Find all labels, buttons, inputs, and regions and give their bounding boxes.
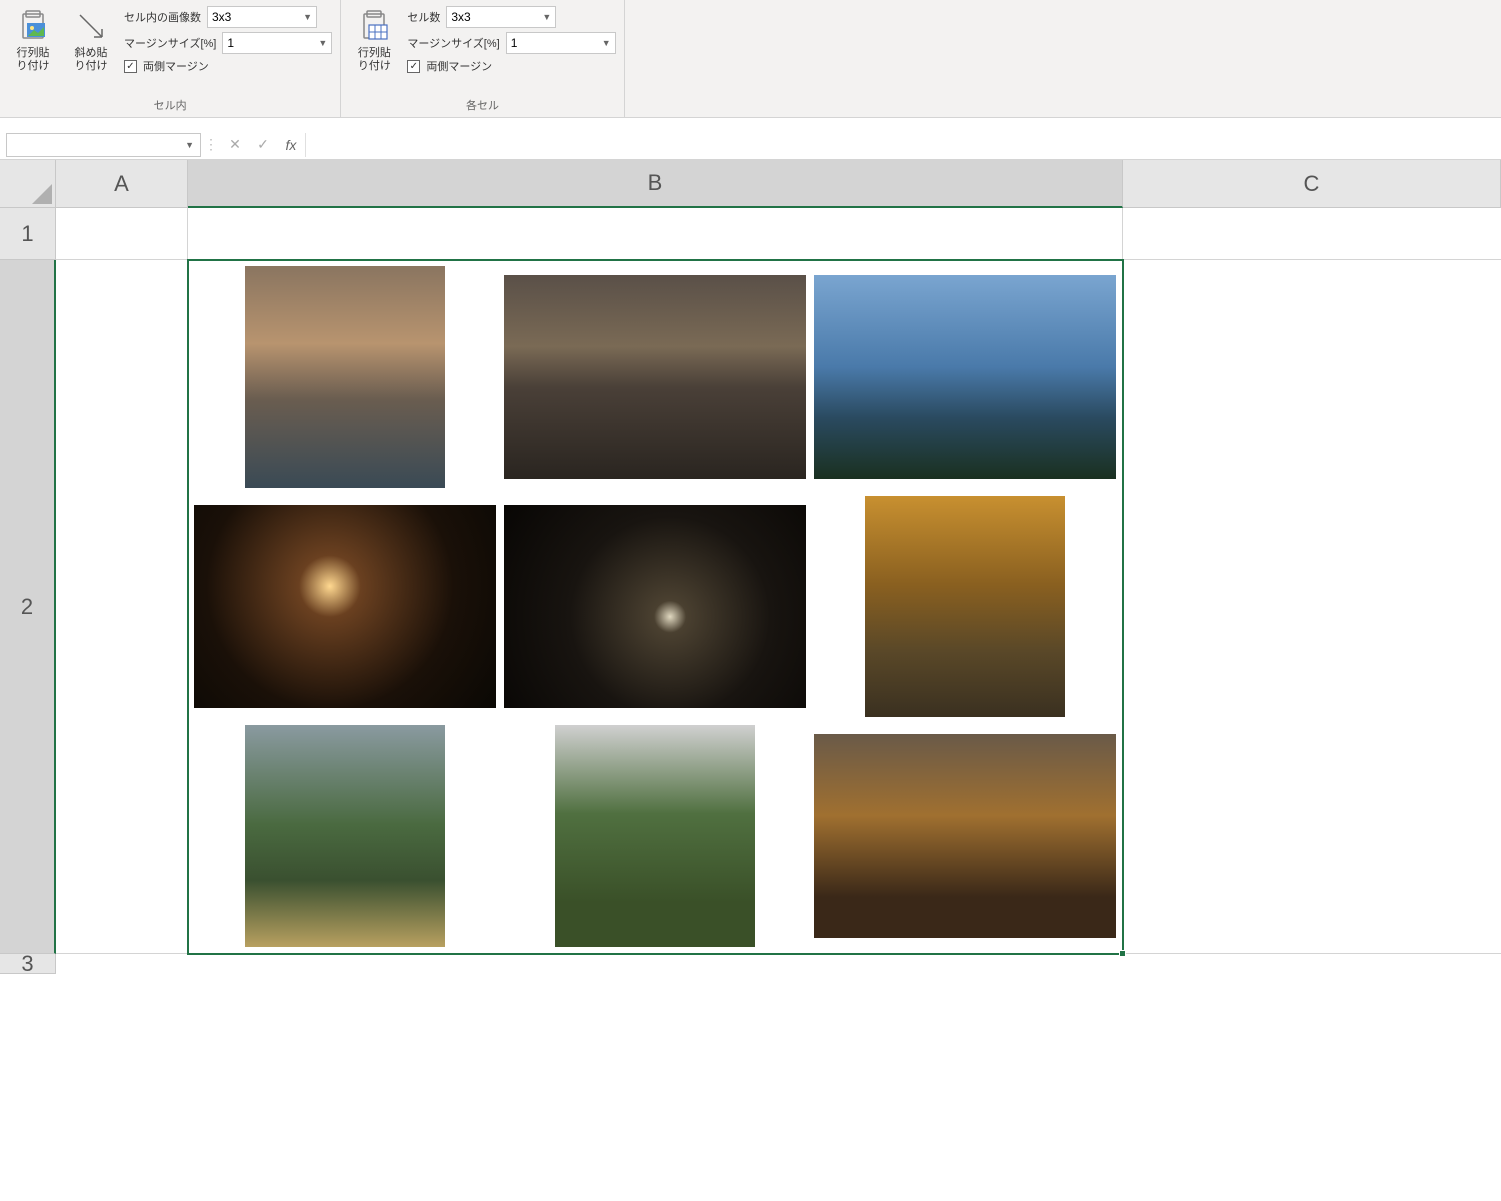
select-all-corner[interactable] — [0, 160, 56, 208]
image-grid-3x3 — [188, 260, 1122, 953]
chevron-down-icon: ▼ — [542, 12, 551, 22]
margin-size-label: マージンサイズ[%] — [124, 35, 216, 51]
clipboard-grid-icon — [356, 8, 392, 44]
insert-function-button[interactable]: fx — [277, 137, 305, 153]
both-margin-label: 両側マージン — [143, 58, 209, 74]
pasted-image-2[interactable] — [504, 275, 806, 479]
margin-size-combo[interactable]: 1 ▼ — [222, 32, 332, 54]
pasted-image-6[interactable] — [865, 496, 1064, 718]
image-count-label: セル内の画像数 — [124, 9, 201, 25]
cancel-button[interactable]: ✕ — [221, 136, 249, 153]
paste-grid-cells-button[interactable]: 行列貼り付け — [349, 4, 399, 77]
column-header-a[interactable]: A — [56, 160, 188, 208]
name-box[interactable]: ▼ — [6, 133, 201, 157]
cell-area[interactable] — [56, 208, 1501, 974]
cell-count-combo[interactable]: 3x3 ▼ — [446, 6, 556, 28]
pasted-image-3[interactable] — [814, 275, 1116, 479]
cell-count-label: セル数 — [407, 9, 440, 25]
ribbon-group-cell-inner: 行列貼り付け 斜め貼り付け セル内の画像数 3x3 ▼ — [0, 0, 341, 117]
row-header-3[interactable]: 3 — [0, 954, 56, 974]
paste-grid-button[interactable]: 行列貼り付け — [8, 4, 58, 77]
cell-b1[interactable] — [188, 208, 1123, 260]
pasted-image-9[interactable] — [814, 734, 1116, 938]
both-margin-checkbox-2[interactable]: ✓ — [407, 60, 420, 73]
column-headers: A B C — [0, 160, 1501, 208]
cell-c1[interactable] — [1123, 208, 1501, 260]
pasted-image-8[interactable] — [555, 725, 754, 947]
column-header-c[interactable]: C — [1123, 160, 1501, 208]
cell-a2[interactable] — [56, 260, 188, 954]
pasted-image-4[interactable] — [194, 505, 496, 709]
chevron-down-icon: ▼ — [602, 38, 611, 48]
formula-bar: ▼ ⋮ ✕ ✓ fx — [0, 130, 1501, 160]
cell-b2-selected[interactable] — [188, 260, 1123, 954]
button-label: 行列貼り付け — [358, 47, 391, 73]
row-header-2[interactable]: 2 — [0, 260, 56, 954]
paste-diagonal-button[interactable]: 斜め貼り付け — [66, 4, 116, 77]
chevron-down-icon: ▼ — [318, 38, 327, 48]
group-label: 各セル — [349, 95, 615, 115]
selection-fill-handle[interactable] — [1119, 950, 1126, 957]
margin-size-combo-2[interactable]: 1 ▼ — [506, 32, 616, 54]
cell-c2[interactable] — [1123, 260, 1501, 954]
row-header-1[interactable]: 1 — [0, 208, 56, 260]
clipboard-image-icon — [15, 8, 51, 44]
ribbon: 行列貼り付け 斜め貼り付け セル内の画像数 3x3 ▼ — [0, 0, 1501, 118]
image-count-combo[interactable]: 3x3 ▼ — [207, 6, 317, 28]
group-label: セル内 — [8, 95, 332, 115]
both-margin-checkbox[interactable]: ✓ — [124, 60, 137, 73]
both-margin-label-2: 両側マージン — [426, 58, 492, 74]
row-headers: 1 2 3 — [0, 208, 56, 974]
button-label: 斜め貼り付け — [75, 47, 108, 73]
pasted-image-1[interactable] — [245, 266, 444, 488]
formula-input[interactable] — [305, 133, 1501, 157]
ribbon-group-each-cell: 行列貼り付け セル数 3x3 ▼ マージンサイズ[%] 1 ▼ — [341, 0, 624, 117]
separator: ⋮ — [201, 136, 221, 153]
worksheet: A B C 1 2 3 — [0, 160, 1501, 974]
diagonal-arrow-icon — [73, 8, 109, 44]
chevron-down-icon: ▼ — [185, 140, 194, 150]
column-header-b[interactable]: B — [188, 160, 1123, 208]
chevron-down-icon: ▼ — [303, 12, 312, 22]
cell-a1[interactable] — [56, 208, 188, 260]
margin-size-label-2: マージンサイズ[%] — [407, 35, 499, 51]
pasted-image-5[interactable] — [504, 505, 806, 709]
button-label: 行列貼り付け — [17, 47, 50, 73]
pasted-image-7[interactable] — [245, 725, 444, 947]
enter-button[interactable]: ✓ — [249, 136, 277, 153]
